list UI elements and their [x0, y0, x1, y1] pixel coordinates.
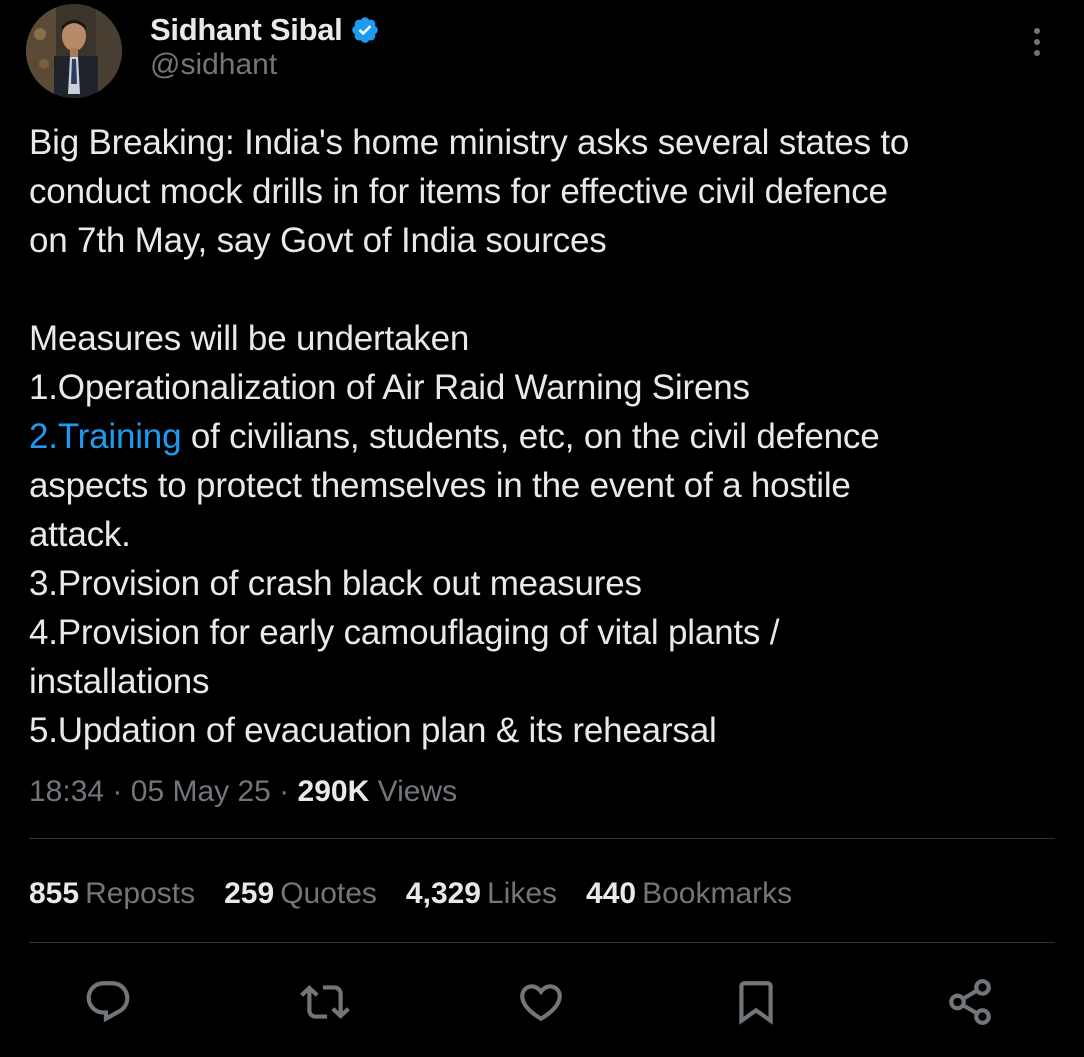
like-button[interactable]	[511, 972, 571, 1032]
tweet-date[interactable]: 05 May 25	[131, 775, 271, 808]
quotes-label: Quotes	[280, 877, 377, 910]
verified-badge-icon	[350, 15, 380, 45]
share-button[interactable]	[940, 972, 1000, 1032]
meta-separator: ·	[279, 775, 290, 808]
tweet-line: conduct mock drills in for items for eff…	[29, 172, 888, 211]
repost-button[interactable]	[295, 972, 355, 1032]
share-icon	[949, 979, 991, 1025]
bookmarks-stat[interactable]: 440 Bookmarks	[586, 877, 792, 911]
author-display-name[interactable]: Sidhant Sibal	[150, 12, 343, 48]
bookmarks-label: Bookmarks	[642, 877, 793, 910]
author-name-row: Sidhant Sibal	[150, 10, 380, 50]
tweet-line-rest: of civilians, students, etc, on the civi…	[181, 417, 880, 456]
tweet-line: Big Breaking: India's home ministry asks…	[29, 123, 910, 162]
quotes-count: 259	[224, 877, 275, 910]
views-count: 290K	[297, 775, 370, 808]
tweet-line: 3.Provision of crash black out measures	[29, 564, 642, 603]
tweet-line: on 7th May, say Govt of India sources	[29, 221, 607, 260]
repost-icon	[300, 985, 350, 1019]
bookmarks-count: 440	[586, 877, 637, 910]
meta-separator: ·	[112, 775, 123, 808]
likes-stat[interactable]: 4,329 Likes	[406, 877, 557, 911]
tweet: Sidhant Sibal @sidhant Big Breaking: Ind…	[0, 0, 1084, 1057]
action-bar	[0, 972, 1084, 1032]
reposts-stat[interactable]: 855 Reposts	[29, 877, 195, 911]
reply-button[interactable]	[78, 972, 138, 1032]
avatar[interactable]	[26, 4, 122, 98]
reposts-label: Reposts	[85, 877, 196, 910]
quotes-stat[interactable]: 259 Quotes	[224, 877, 377, 911]
tweet-line: attack.	[29, 515, 131, 554]
training-link[interactable]: 2.Training	[29, 417, 182, 456]
tweet-line: 5.Updation of evacuation plan & its rehe…	[29, 711, 717, 750]
engagement-stats: 855 Reposts 259 Quotes 4,329 Likes 440 Bookm…	[29, 872, 821, 916]
tweet-line: Measures will be undertaken	[29, 319, 470, 358]
likes-count: 4,329	[405, 877, 481, 910]
tweet-meta: 18:34 · 05 May 25 · 290K Views	[29, 770, 457, 814]
profile-photo-icon	[26, 4, 122, 98]
like-icon	[520, 984, 562, 1022]
likes-label: Likes	[487, 877, 558, 910]
tweet-line: aspects to protect themselves in the eve…	[29, 466, 851, 505]
tweet-text: Big Breaking: India's home ministry asks…	[29, 118, 1059, 755]
tweet-line: installations	[29, 662, 210, 701]
bookmark-button[interactable]	[726, 972, 786, 1032]
tweet-line: 1.Operationalization of Air Raid Warning…	[29, 368, 750, 407]
views-label: Views	[377, 775, 458, 808]
reposts-count: 855	[29, 877, 80, 910]
tweet-time[interactable]: 18:34	[29, 775, 104, 808]
bookmark-icon	[739, 981, 773, 1025]
author-handle[interactable]: @sidhant	[150, 48, 277, 82]
tweet-line-with-link: 2.Training of civilians, students, etc, …	[29, 412, 1059, 461]
tweet-line: 4.Provision for early camouflaging of vi…	[29, 613, 780, 652]
reply-icon	[86, 981, 130, 1023]
more-options-icon[interactable]	[1022, 22, 1052, 62]
divider	[29, 838, 1055, 839]
divider	[29, 942, 1055, 943]
